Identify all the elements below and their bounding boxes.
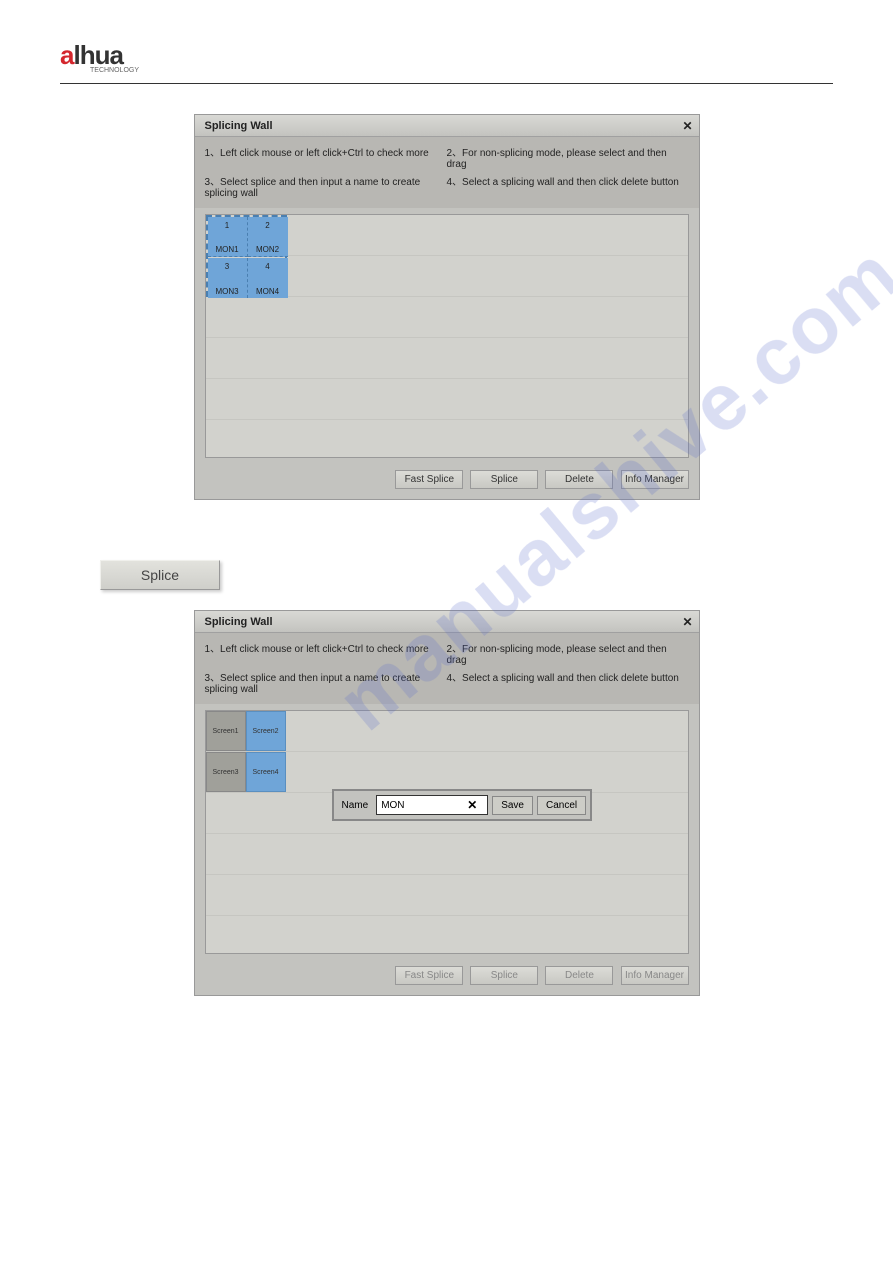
instructions-panel: 1、Left click mouse or left click+Ctrl to… xyxy=(195,633,699,704)
logo: alhua TECHNOLOGY xyxy=(60,40,833,75)
info-manager-button[interactable]: Info Manager xyxy=(621,470,689,489)
monitor-grid[interactable]: 1 MON1 2 MON2 3 MON3 4 MON4 xyxy=(205,214,689,458)
fast-splice-button[interactable]: Fast Splice xyxy=(395,470,463,489)
info-manager-button[interactable]: Info Manager xyxy=(621,966,689,985)
close-icon[interactable]: ✕ xyxy=(682,119,692,133)
monitor-grid[interactable]: Screen1 Screen2 Screen3 Screen4 Name ✕ S… xyxy=(205,710,689,954)
instructions-panel: 1、Left click mouse or left click+Ctrl to… xyxy=(195,137,699,208)
logo-subtitle: TECHNOLOGY xyxy=(90,67,139,74)
button-row: Fast Splice Splice Delete Info Manager xyxy=(195,960,699,995)
fast-splice-button[interactable]: Fast Splice xyxy=(395,966,463,985)
title-bar: Splicing Wall ✕ xyxy=(195,611,699,633)
delete-button[interactable]: Delete xyxy=(545,470,613,489)
monitor-number: 4 xyxy=(248,258,288,271)
cancel-button[interactable]: Cancel xyxy=(537,796,586,815)
instruction-4: 4、Select a splicing wall and then click … xyxy=(447,669,689,695)
close-icon[interactable]: ✕ xyxy=(682,615,692,629)
monitor-label: MON4 xyxy=(248,287,288,296)
monitor-label: MON1 xyxy=(208,245,247,254)
instruction-4: 4、Select a splicing wall and then click … xyxy=(447,173,689,199)
splice-button[interactable]: Splice xyxy=(470,966,538,985)
dialog-title: Splicing Wall xyxy=(205,616,273,628)
monitor-cell-4[interactable]: 4 MON4 xyxy=(248,258,288,298)
splicing-wall-dialog-2: Splicing Wall ✕ 1、Left click mouse or le… xyxy=(194,610,700,996)
save-button[interactable]: Save xyxy=(492,796,533,815)
instruction-3: 3、Select splice and then input a name to… xyxy=(205,669,447,695)
divider xyxy=(60,83,833,84)
monitor-label: MON2 xyxy=(248,245,288,254)
instruction-1: 1、Left click mouse or left click+Ctrl to… xyxy=(205,144,447,170)
instruction-3: 3、Select splice and then input a name to… xyxy=(205,173,447,199)
screen-cell-3[interactable]: Screen3 xyxy=(206,752,246,792)
monitor-label: MON3 xyxy=(208,287,247,296)
button-row: Fast Splice Splice Delete Info Manager xyxy=(195,464,699,499)
monitor-cell-3[interactable]: 3 MON3 xyxy=(208,258,248,298)
monitor-number: 1 xyxy=(208,217,247,230)
monitor-cell-2[interactable]: 2 MON2 xyxy=(248,217,288,257)
name-label: Name xyxy=(338,800,373,811)
splicing-wall-dialog-1: Splicing Wall ✕ 1、Left click mouse or le… xyxy=(194,114,700,500)
screen-cell-2[interactable]: Screen2 xyxy=(246,711,286,751)
instruction-2: 2、For non-splicing mode, please select a… xyxy=(447,640,689,666)
screen-cell-1[interactable]: Screen1 xyxy=(206,711,246,751)
instruction-2: 2、For non-splicing mode, please select a… xyxy=(447,144,689,170)
splice-button[interactable]: Splice xyxy=(470,470,538,489)
delete-button[interactable]: Delete xyxy=(545,966,613,985)
name-input[interactable] xyxy=(377,798,467,813)
splice-standalone-button[interactable]: Splice xyxy=(100,560,220,590)
instruction-1: 1、Left click mouse or left click+Ctrl to… xyxy=(205,640,447,666)
dialog-title: Splicing Wall xyxy=(205,120,273,132)
clear-icon[interactable]: ✕ xyxy=(467,798,480,812)
monitor-cell-1[interactable]: 1 MON1 xyxy=(208,217,248,257)
name-input-wrap: ✕ xyxy=(376,795,488,815)
screen-cell-4[interactable]: Screen4 xyxy=(246,752,286,792)
name-popup: Name ✕ Save Cancel xyxy=(332,789,593,821)
title-bar: Splicing Wall ✕ xyxy=(195,115,699,137)
monitor-number: 3 xyxy=(208,258,247,271)
monitor-number: 2 xyxy=(248,217,288,230)
